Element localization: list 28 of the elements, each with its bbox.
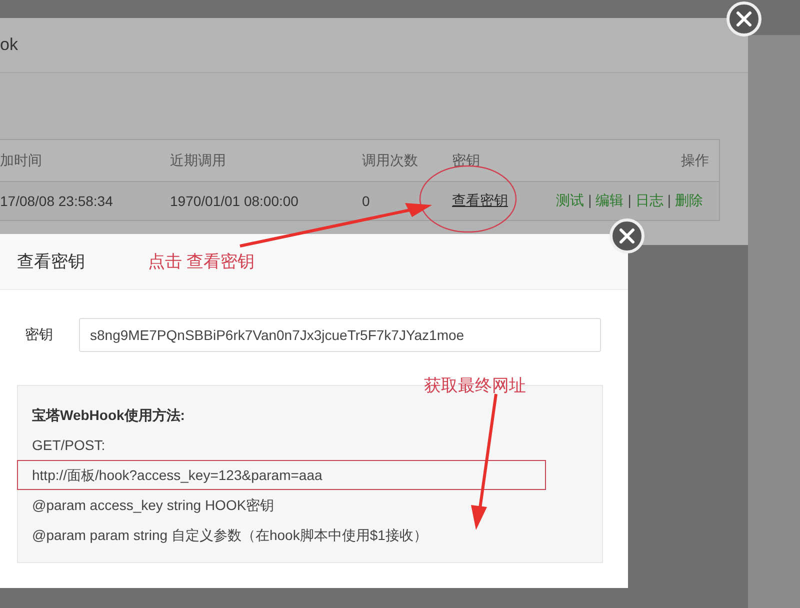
action-link[interactable]: 日志	[635, 192, 664, 210]
column-header: 加时间	[0, 152, 42, 170]
usage-title: 宝塔WebHook使用方法:	[32, 406, 186, 425]
usage-line: @param access_key string HOOK密钥	[32, 496, 276, 515]
field-label: 密钥	[25, 326, 54, 344]
column-header: 密钥	[452, 152, 480, 170]
key-field[interactable]: s8ng9ME7PQnSBBiP6rk7Van0n7Jx3jcueTr5F7k7JYaz1moe	[79, 318, 601, 352]
dialog-title: ok	[0, 35, 18, 55]
usage-line: @param param string 自定义参数（在hook脚本中使用$1接收）	[32, 526, 428, 545]
annotation-text: 点击 查看密钥	[148, 251, 255, 273]
dialog-title: 查看密钥	[17, 251, 85, 273]
separator: |	[667, 192, 671, 210]
annotation-text: 获取最终网址	[424, 375, 526, 397]
usage-line: GET/POST:	[32, 436, 106, 455]
table-cell-text: 0	[362, 193, 371, 209]
action-link[interactable]: 编辑	[596, 192, 624, 210]
close-icon[interactable]	[726, 1, 762, 37]
column-header: 近期调用	[170, 152, 226, 170]
column-header: 调用次数	[362, 152, 418, 170]
action-link[interactable]: 测试	[556, 192, 584, 210]
view-key-link[interactable]: 查看密钥	[452, 192, 508, 210]
action-link[interactable]: 删除	[675, 192, 703, 210]
column-header: 操作	[681, 152, 710, 170]
separator: |	[588, 192, 592, 210]
close-icon[interactable]	[609, 218, 645, 254]
separator: |	[628, 192, 632, 210]
table-cell-text: 1970/01/01 08:00:00	[170, 193, 300, 209]
table-cell-text: 17/08/08 23:58:34	[0, 193, 114, 209]
